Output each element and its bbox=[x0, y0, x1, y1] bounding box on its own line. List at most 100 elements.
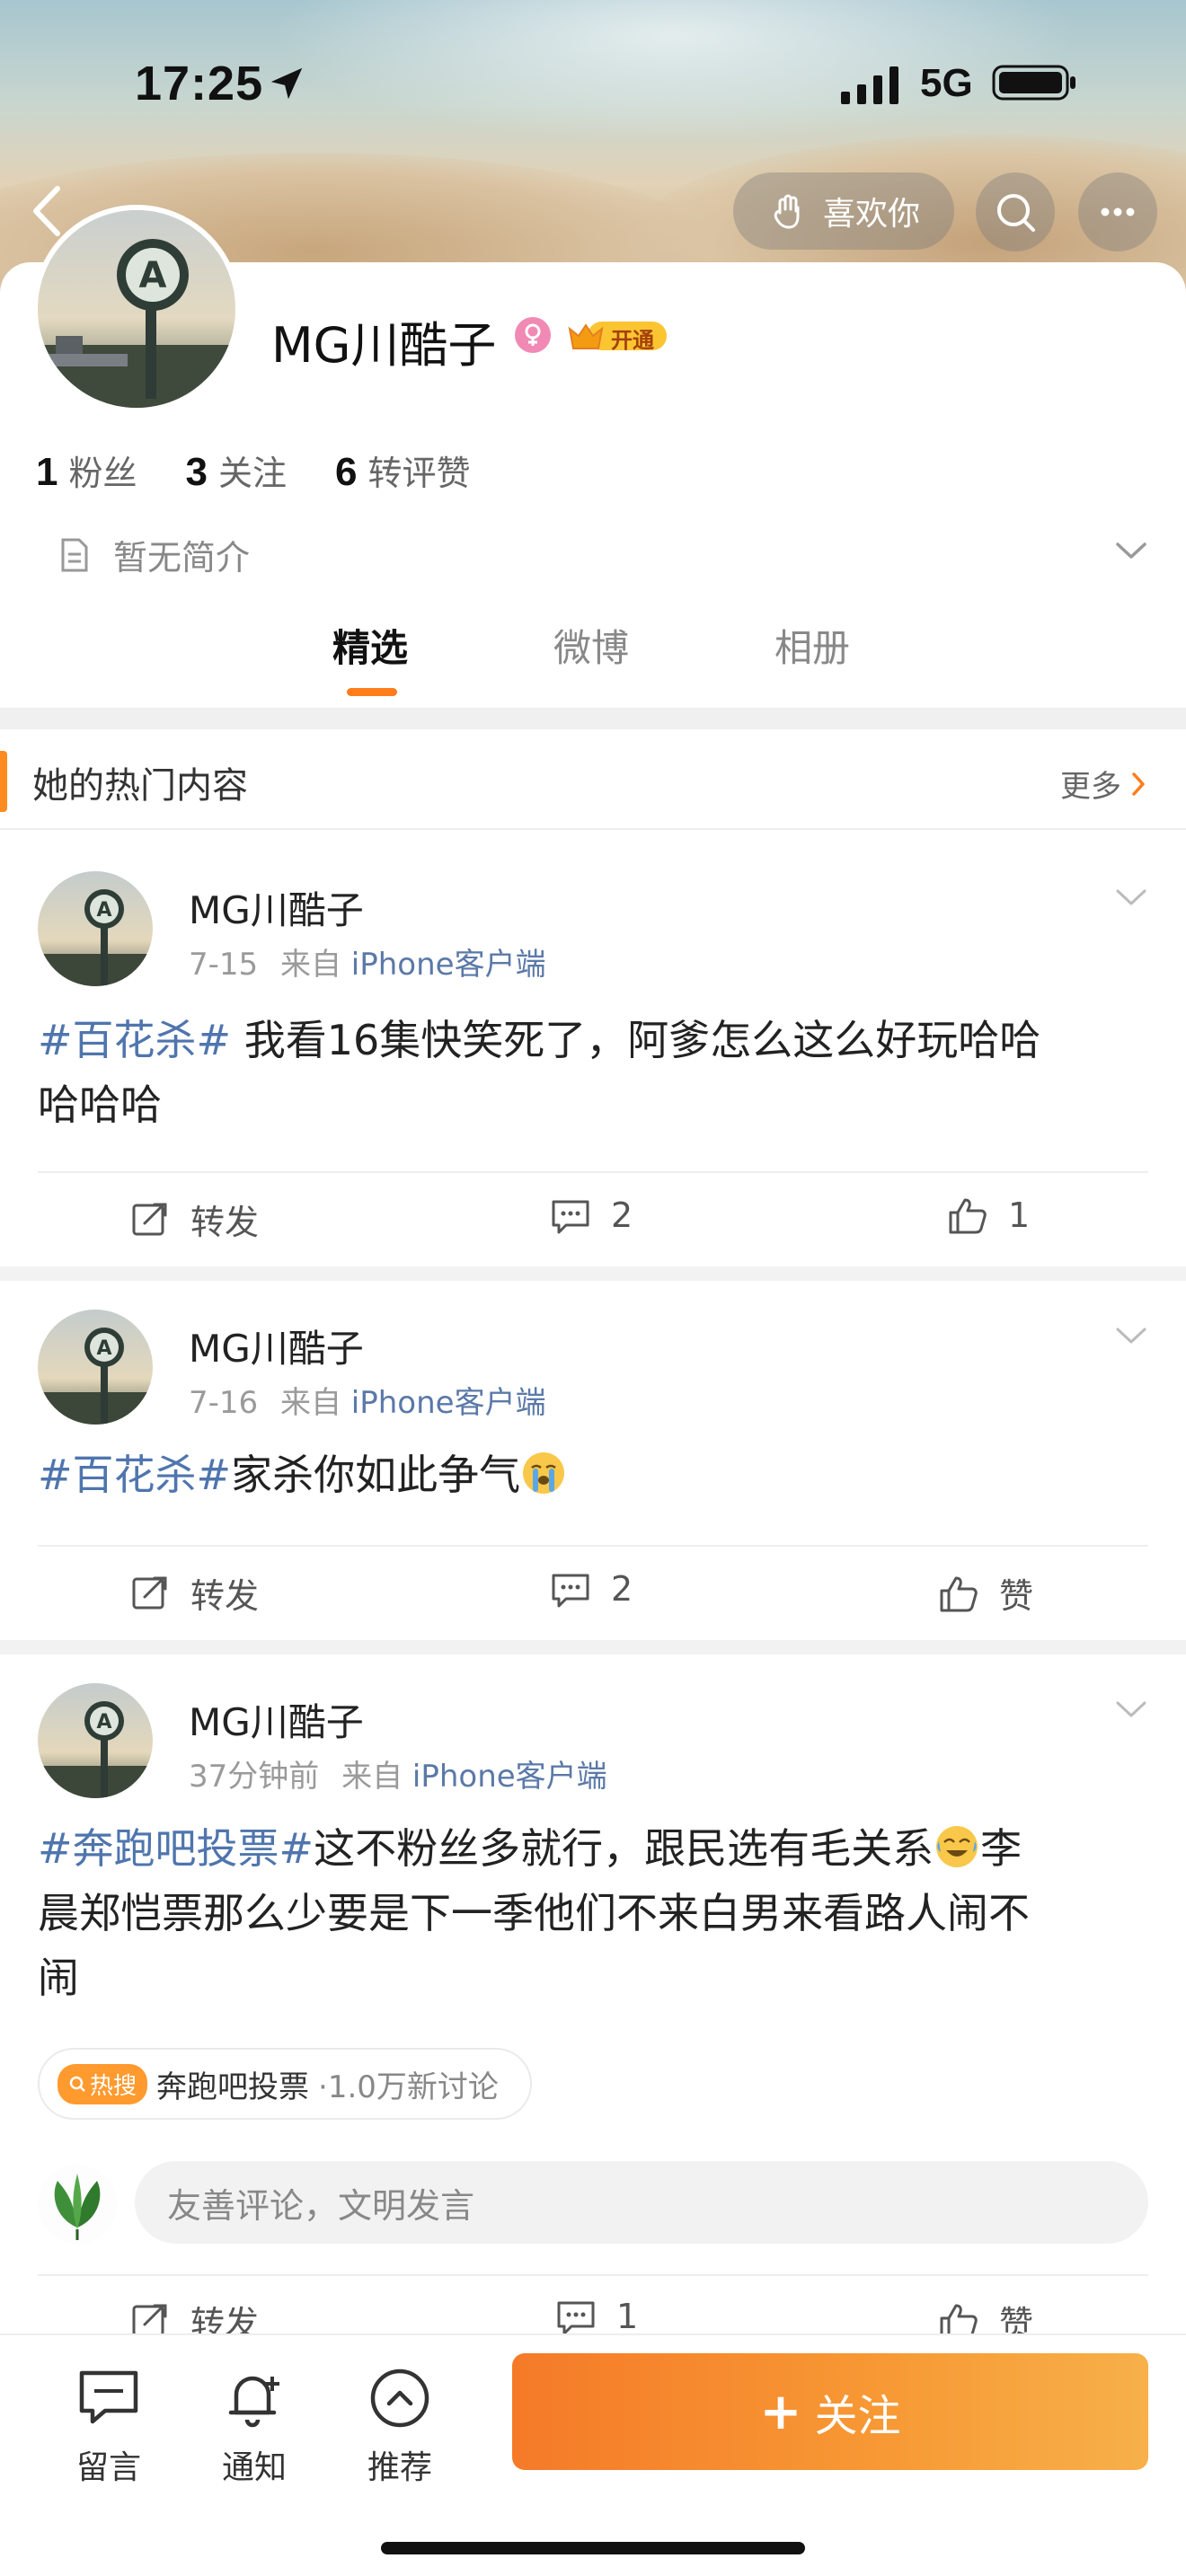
post-date: 7-15 bbox=[189, 947, 259, 983]
profile-tabs: 精选 微博 相册 bbox=[0, 618, 1186, 708]
post-from: 来自 bbox=[279, 947, 341, 983]
post-text-line: 晨郑恺票那么少要是下一季他们不来白男来看路人闹不 bbox=[38, 1889, 1030, 1937]
search-icon bbox=[997, 194, 1035, 232]
tab-featured[interactable]: 精选 bbox=[332, 618, 408, 673]
more-link[interactable]: 更多 bbox=[1060, 762, 1148, 806]
home-indicator bbox=[381, 2542, 805, 2554]
post-text-line: 闹 bbox=[38, 1954, 79, 2002]
hot-content-header: 她的热门内容 更多 bbox=[0, 729, 1186, 830]
post-avatar[interactable]: A bbox=[38, 1683, 153, 1798]
svg-text:A: A bbox=[96, 1337, 111, 1360]
leaf-avatar-image bbox=[38, 2165, 117, 2244]
profile-name: MG川酷子 bbox=[271, 317, 497, 374]
recommend-button[interactable]: 推荐 bbox=[350, 2364, 449, 2488]
post-hashtag[interactable]: #百花杀# bbox=[38, 1016, 231, 1064]
hot-search-pill-label: 热搜 bbox=[90, 2072, 137, 2100]
post-actions: 转发 2 1 bbox=[0, 1186, 1186, 1257]
repost-button[interactable]: 转发 bbox=[129, 1195, 259, 1244]
post-meta: 7-16 来自 iPhone客户端 bbox=[189, 1378, 546, 1422]
like-count: 1 bbox=[1008, 1195, 1031, 1235]
plus-icon: + bbox=[759, 2382, 802, 2441]
comment-button[interactable]: 1 bbox=[555, 2296, 638, 2337]
post-author-name[interactable]: MG川酷子 bbox=[189, 1319, 364, 1373]
interactions-label: 转评赞 bbox=[367, 454, 471, 493]
post-meta: 7-15 来自 iPhone客户端 bbox=[189, 940, 546, 984]
bio-row[interactable]: 暂无简介 bbox=[56, 530, 250, 579]
post-text-line: 哈哈哈 bbox=[38, 1081, 162, 1129]
post-divider bbox=[38, 1545, 1148, 1547]
network-type: 5G bbox=[920, 61, 973, 105]
comment-input[interactable]: 友善评论，文明发言 bbox=[135, 2161, 1148, 2244]
stat-followers[interactable]: 1 粉丝 bbox=[36, 446, 137, 495]
like-button[interactable]: 1 bbox=[947, 1195, 1030, 1236]
more-dots-icon bbox=[1101, 207, 1135, 216]
post-card[interactable]: A MG川酷子 37分钟前 来自 iPhone客户端 #奔跑吧投票#这不粉丝多就… bbox=[0, 1654, 1186, 2343]
bottom-action-bar: 留言 通知 推荐 + 关注 bbox=[0, 2333, 1186, 2576]
comment-count: 2 bbox=[611, 1195, 633, 1235]
chevron-down-icon[interactable] bbox=[1111, 534, 1152, 569]
message-board-button[interactable]: 留言 bbox=[59, 2364, 158, 2488]
stat-following[interactable]: 3 关注 bbox=[186, 446, 288, 495]
post-card[interactable]: A MG川酷子 7-15 来自 iPhone客户端 #百花杀# 我看16集快笑死… bbox=[0, 832, 1186, 1266]
chevron-down-icon[interactable] bbox=[1111, 880, 1152, 916]
chevron-down-icon[interactable] bbox=[1111, 1692, 1152, 1728]
battery-icon bbox=[992, 65, 1075, 101]
following-label: 关注 bbox=[217, 454, 287, 493]
post-author-name[interactable]: MG川酷子 bbox=[189, 1692, 364, 1747]
post-card[interactable]: A MG川酷子 7-16 来自 iPhone客户端 #百花杀#家杀你如此争气 转… bbox=[0, 1281, 1186, 1640]
status-bar: 17:25 5G bbox=[0, 0, 1186, 171]
thumbs-up-icon bbox=[949, 1198, 987, 1234]
post-divider bbox=[38, 2274, 1148, 2276]
stat-reposts-comments-likes[interactable]: 6 转评赞 bbox=[335, 446, 471, 495]
hot-search-chip[interactable]: 热搜 奔跑吧投票 ·1.0万新讨论 bbox=[38, 2048, 532, 2120]
post-text-line: 我看16集快笑死了，阿爹怎么这么好玩哈哈 bbox=[231, 1016, 1041, 1064]
comment-icon bbox=[552, 1574, 589, 1608]
post-meta: 37分钟前 来自 iPhone客户端 bbox=[189, 1751, 607, 1795]
tab-weibo[interactable]: 微博 bbox=[553, 618, 629, 673]
post-source[interactable]: iPhone客户端 bbox=[412, 1759, 607, 1795]
chevron-down-icon[interactable] bbox=[1111, 1319, 1152, 1354]
post-actions: 转发 2 赞 bbox=[0, 1559, 1186, 1631]
post-avatar[interactable]: A bbox=[38, 1310, 153, 1425]
post-hashtag[interactable]: #百花杀# bbox=[38, 1451, 231, 1499]
post-source[interactable]: iPhone客户端 bbox=[351, 1385, 546, 1421]
more-label: 更多 bbox=[1060, 769, 1121, 805]
comment-button[interactable]: 2 bbox=[550, 1195, 633, 1236]
post-from: 来自 bbox=[279, 1385, 341, 1421]
notify-button[interactable]: 通知 bbox=[205, 2364, 304, 2488]
like-you-button[interactable]: 喜欢你 bbox=[733, 172, 954, 250]
post-source[interactable]: iPhone客户端 bbox=[351, 947, 546, 983]
post-author-name[interactable]: MG川酷子 bbox=[189, 880, 364, 935]
follow-label: 关注 bbox=[814, 2391, 901, 2441]
bio-text: 暂无简介 bbox=[113, 538, 251, 578]
like-label: 赞 bbox=[999, 1576, 1034, 1616]
post-date: 7-16 bbox=[189, 1385, 259, 1421]
post-hashtag[interactable]: #奔跑吧投票# bbox=[38, 1824, 314, 1873]
hot-search-count: ·1.0万新讨论 bbox=[318, 2069, 499, 2105]
notify-label: 通知 bbox=[221, 2449, 287, 2486]
repost-button[interactable]: 转发 bbox=[129, 1568, 259, 1618]
vip-open-badge[interactable]: 开通 bbox=[566, 316, 668, 356]
post-text-line: 这不粉丝多就行，跟民选有毛关系 bbox=[314, 1824, 934, 1873]
post-avatar[interactable]: A bbox=[38, 871, 153, 986]
hot-search-topic: 奔跑吧投票 bbox=[156, 2069, 310, 2105]
tab-album[interactable]: 相册 bbox=[774, 618, 850, 673]
active-tab-indicator bbox=[347, 688, 397, 696]
post-divider bbox=[38, 1171, 1148, 1173]
hot-search-pill: 热搜 bbox=[58, 2063, 148, 2104]
chevron-right-icon bbox=[1132, 772, 1145, 796]
more-options-button[interactable] bbox=[1078, 172, 1157, 251]
comment-count: 1 bbox=[616, 2297, 639, 2336]
female-gender-icon bbox=[515, 317, 551, 353]
comment-count: 2 bbox=[611, 1569, 633, 1609]
profile-avatar[interactable]: A bbox=[32, 205, 241, 413]
arrow-up-circle-icon bbox=[370, 2369, 429, 2428]
follow-button[interactable]: + 关注 bbox=[512, 2353, 1148, 2470]
status-time: 17:25 bbox=[135, 57, 264, 110]
search-button[interactable] bbox=[976, 172, 1055, 251]
laugh-cry-face-icon bbox=[936, 1826, 978, 1867]
gesture-hand-icon bbox=[774, 194, 800, 229]
like-button[interactable]: 赞 bbox=[938, 1568, 1033, 1618]
comment-button[interactable]: 2 bbox=[550, 1568, 633, 1610]
repost-icon bbox=[132, 1576, 167, 1609]
